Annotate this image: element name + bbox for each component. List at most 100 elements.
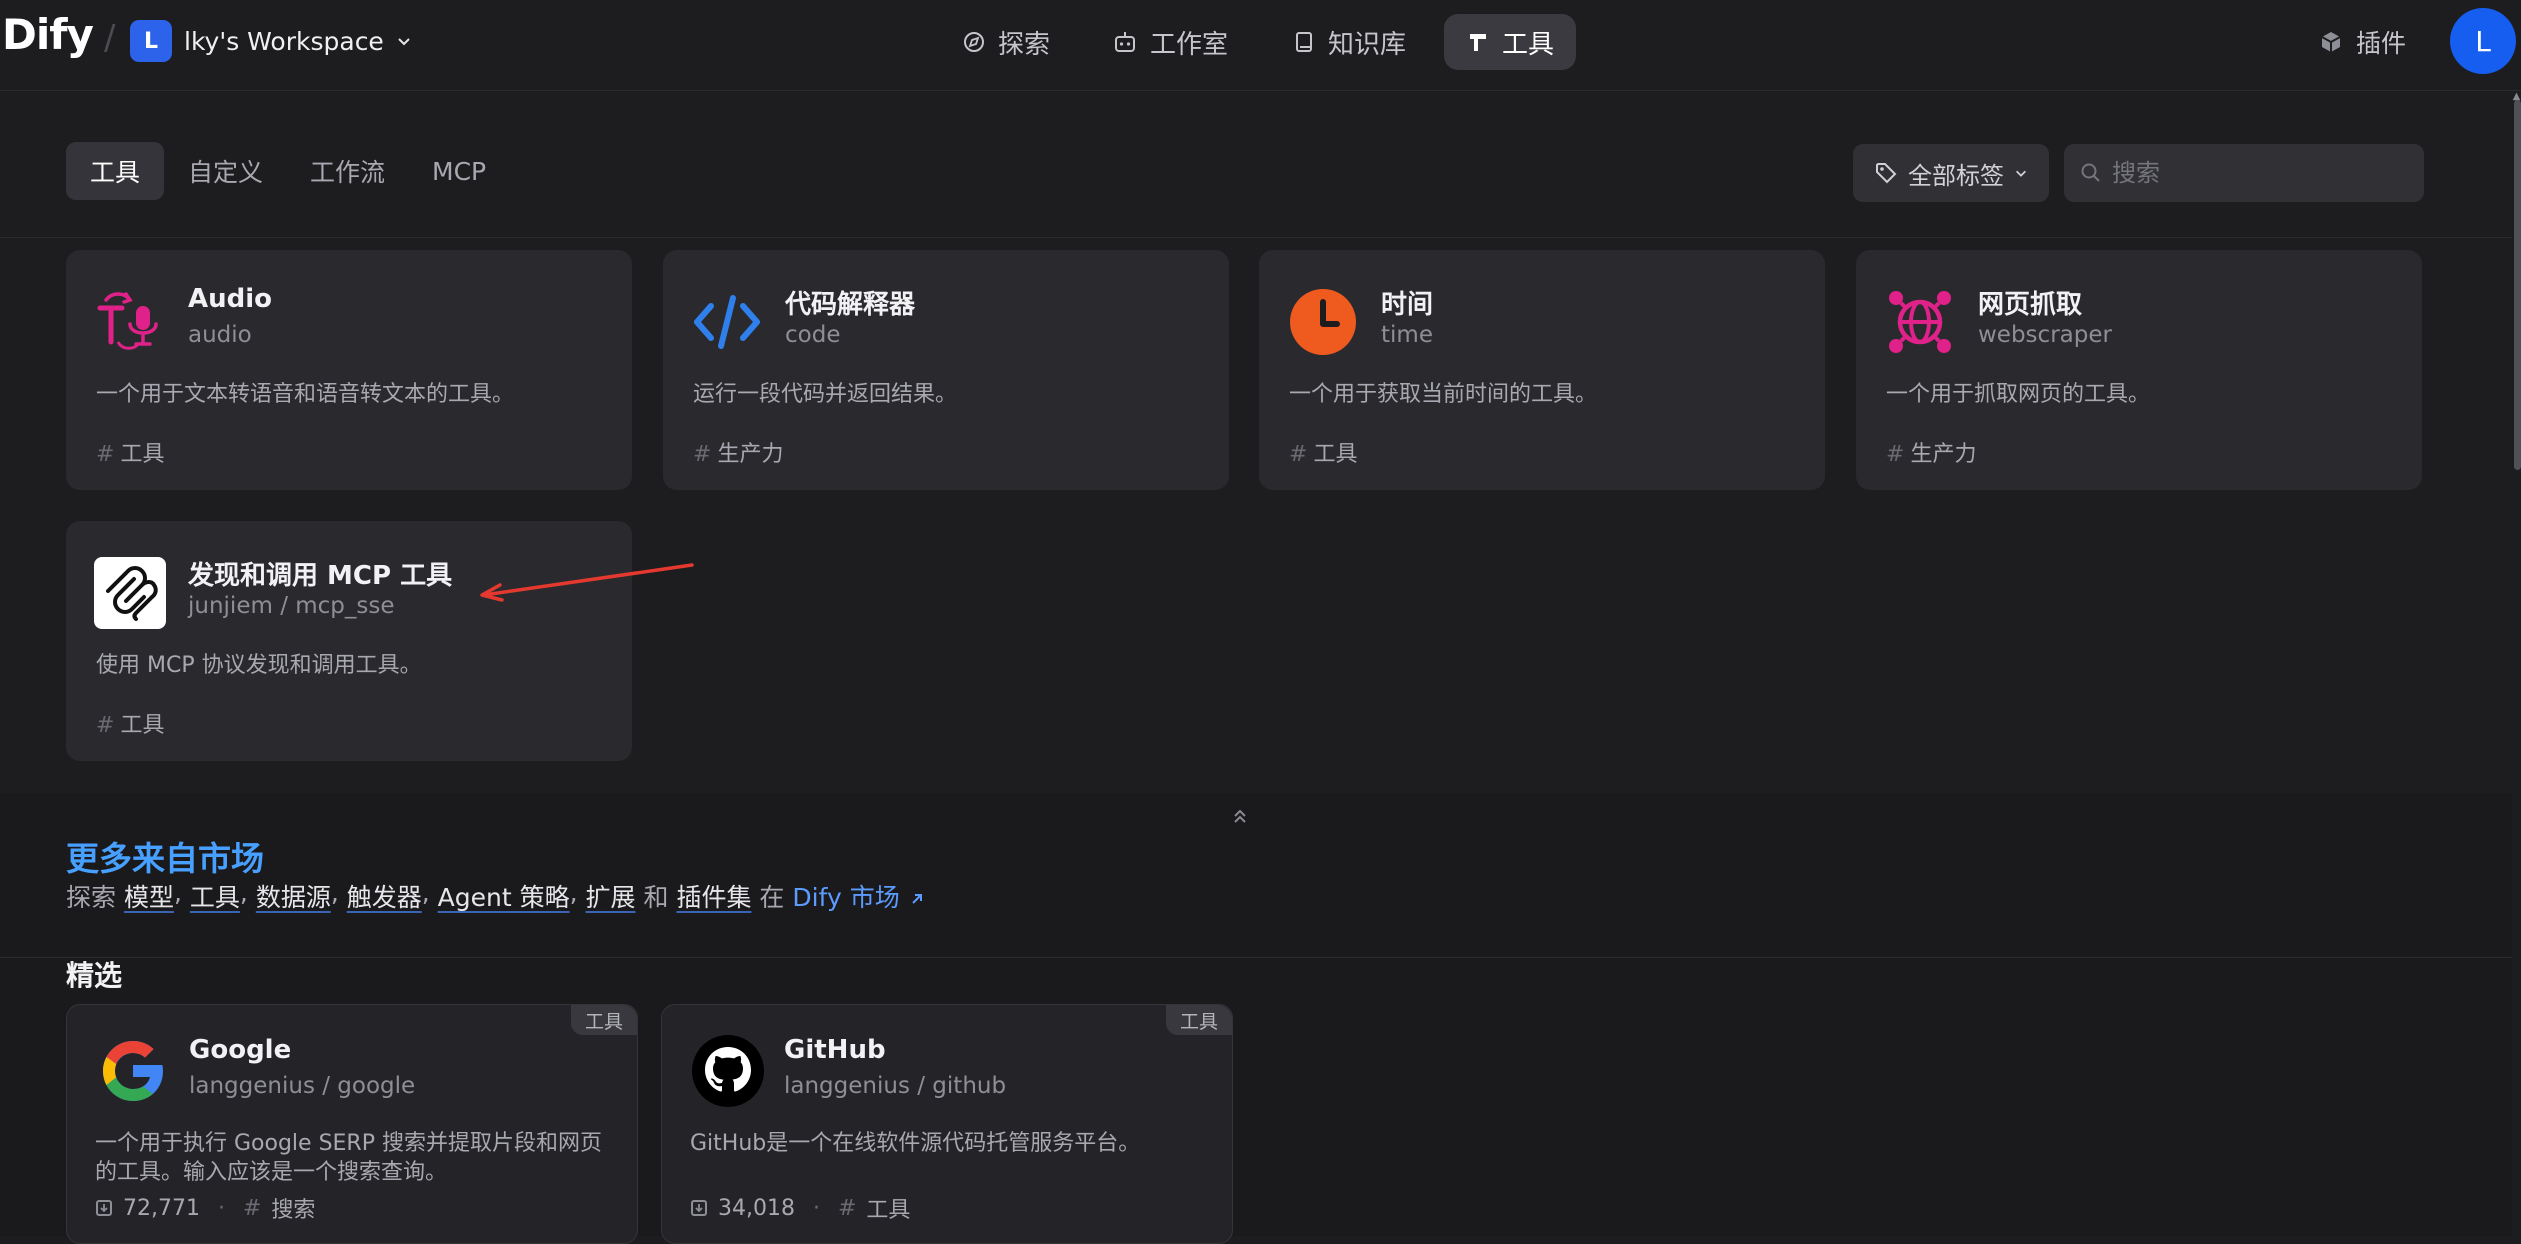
hash-icon: # xyxy=(693,442,712,467)
featured-meta: 72,771 · # 搜索 xyxy=(95,1192,315,1224)
audio-tts-icon xyxy=(94,286,166,358)
dify-market-link[interactable]: Dify 市场 xyxy=(792,878,925,914)
plugins-button[interactable]: 插件 xyxy=(2318,14,2406,70)
featured-meta: 34,018 · # 工具 xyxy=(690,1192,910,1224)
category-badge: 工具 xyxy=(1165,1005,1232,1035)
search-input[interactable] xyxy=(2110,158,2404,188)
nav-tools-label: 工具 xyxy=(1502,29,1555,60)
collapse-up-icon[interactable] xyxy=(1230,806,1250,826)
book-icon xyxy=(1292,30,1316,54)
tab-tools[interactable]: 工具 xyxy=(66,142,165,200)
tool-tag-label: 工具 xyxy=(120,713,165,738)
download-count: 34,018 xyxy=(718,1195,795,1221)
code-icon xyxy=(691,286,763,358)
hammer-icon xyxy=(1466,30,1490,54)
tool-tag: # 工具 xyxy=(96,436,164,468)
meta-separator: · xyxy=(217,1195,225,1221)
nav-knowledge-label: 知识库 xyxy=(1328,29,1407,60)
tool-id: webscraper xyxy=(1978,322,2112,348)
category-badge: 工具 xyxy=(570,1005,637,1035)
workspace-avatar: L xyxy=(130,20,172,62)
nav-explore[interactable]: 探索 xyxy=(940,14,1072,70)
tool-description: 一个用于获取当前时间的工具。 xyxy=(1289,382,1598,407)
tool-title: 发现和调用 MCP 工具 xyxy=(188,561,453,591)
compass-icon xyxy=(962,30,986,54)
chevron-down-icon xyxy=(396,33,412,49)
tag-icon xyxy=(1874,161,1898,185)
market-link-triggers[interactable]: 触发器 xyxy=(347,878,422,914)
featured-title-text: Google xyxy=(189,1035,292,1065)
tool-card-audio[interactable]: Audio audio 一个用于文本转语音和语音转文本的工具。 # 工具 xyxy=(66,250,632,490)
marketplace-explore-line: 探索 模型, 工具, 数据源, 触发器, Agent 策略, 扩展 和 插件集 … xyxy=(66,878,926,914)
nav-explore-label: 探索 xyxy=(998,29,1051,60)
tool-description: 一个用于抓取网页的工具。 xyxy=(1886,382,2151,407)
featured-id: langgenius / google xyxy=(189,1073,416,1099)
hash-icon: # xyxy=(96,713,115,738)
download-count: 72,771 xyxy=(123,1195,200,1221)
meta-separator: · xyxy=(812,1195,820,1221)
tool-id: audio xyxy=(188,322,252,348)
mcp-icon xyxy=(94,557,166,629)
market-in: 在 xyxy=(759,883,785,912)
tool-tag-label: 工具 xyxy=(120,442,165,467)
external-link-icon xyxy=(908,890,926,908)
clock-icon xyxy=(1287,286,1359,358)
section-divider xyxy=(0,957,2512,958)
tool-tag-label: 生产力 xyxy=(1910,442,1977,467)
market-and: 和 xyxy=(643,883,669,912)
tag-filter-label: 全部标签 xyxy=(1908,161,2004,190)
tool-description: 使用 MCP 协议发现和调用工具。 xyxy=(96,653,422,678)
nav-tools[interactable]: 工具 xyxy=(1444,14,1577,70)
chevron-down-icon xyxy=(2014,166,2028,180)
market-link-datasources[interactable]: 数据源 xyxy=(256,878,331,914)
market-link-agent-strategy[interactable]: Agent 策略 xyxy=(438,878,570,914)
featured-description: GitHub是一个在线软件源代码托管服务平台。 xyxy=(690,1131,1141,1156)
tool-title: Audio xyxy=(188,284,273,314)
market-link-bundles[interactable]: 插件集 xyxy=(676,878,751,914)
featured-card-github[interactable]: 工具 GitHub langgenius / github GitHub是一个在… xyxy=(661,1004,1233,1244)
tool-tag: # 工具 xyxy=(1289,436,1357,468)
package-icon xyxy=(2318,29,2344,55)
workspace-switcher[interactable]: L lky's Workspace xyxy=(130,18,412,64)
tool-title: 时间 xyxy=(1381,290,1434,320)
dify-logo[interactable]: Dify xyxy=(2,10,94,59)
github-icon xyxy=(690,1033,766,1109)
market-prefix: 探索 xyxy=(66,883,117,912)
tool-tag: # 生产力 xyxy=(693,436,783,468)
robot-icon xyxy=(1112,29,1138,55)
tool-card-time[interactable]: 时间 time 一个用于获取当前时间的工具。 # 工具 xyxy=(1259,250,1825,490)
nav-knowledge[interactable]: 知识库 xyxy=(1270,14,1428,70)
workspace-name: lky's Workspace xyxy=(184,26,384,56)
market-link-extensions[interactable]: 扩展 xyxy=(586,878,636,914)
market-link-models[interactable]: 模型 xyxy=(124,878,174,914)
tag-filter-dropdown[interactable]: 全部标签 xyxy=(1853,144,2049,202)
market-link-tools[interactable]: 工具 xyxy=(190,878,240,914)
featured-tag: 搜索 xyxy=(271,1198,316,1223)
tab-mcp[interactable]: MCP xyxy=(408,142,510,200)
plugins-label: 插件 xyxy=(2356,29,2407,58)
search-box[interactable] xyxy=(2064,144,2424,202)
user-avatar[interactable]: L xyxy=(2450,8,2516,74)
scrollbar-thumb[interactable] xyxy=(2514,100,2521,470)
tool-title: 代码解释器 xyxy=(785,290,916,320)
hash-icon: # xyxy=(1289,442,1308,467)
breadcrumb-separator: / xyxy=(104,18,116,58)
nav-studio[interactable]: 工作室 xyxy=(1090,14,1250,70)
tab-custom[interactable]: 自定义 xyxy=(164,142,287,200)
featured-card-google[interactable]: 工具 Google langgenius / google 一个用于执行 Goo… xyxy=(66,1004,638,1244)
featured-tag: 工具 xyxy=(866,1198,911,1223)
tool-card-webscraper[interactable]: 网页抓取 webscraper 一个用于抓取网页的工具。 # 生产力 xyxy=(1856,250,2422,490)
hash-icon: # xyxy=(1886,442,1905,467)
tab-workflow[interactable]: 工作流 xyxy=(286,142,409,200)
tool-id: junjiem / mcp_sse xyxy=(188,593,395,619)
tool-description: 一个用于文本转语音和语音转文本的工具。 xyxy=(96,382,515,407)
tool-card-code[interactable]: 代码解释器 code 运行一段代码并返回结果。 # 生产力 xyxy=(663,250,1229,490)
nav-studio-label: 工作室 xyxy=(1150,29,1229,60)
hash-icon: # xyxy=(242,1195,262,1221)
hash-icon: # xyxy=(96,442,115,467)
globe-network-icon xyxy=(1884,286,1956,358)
tool-id: code xyxy=(785,322,841,348)
featured-description: 一个用于执行 Google SERP 搜索并提取片段和网页的工具。输入应该是一个… xyxy=(95,1131,602,1185)
tool-tag: # 工具 xyxy=(96,707,164,739)
tool-tag-label: 工具 xyxy=(1313,442,1358,467)
